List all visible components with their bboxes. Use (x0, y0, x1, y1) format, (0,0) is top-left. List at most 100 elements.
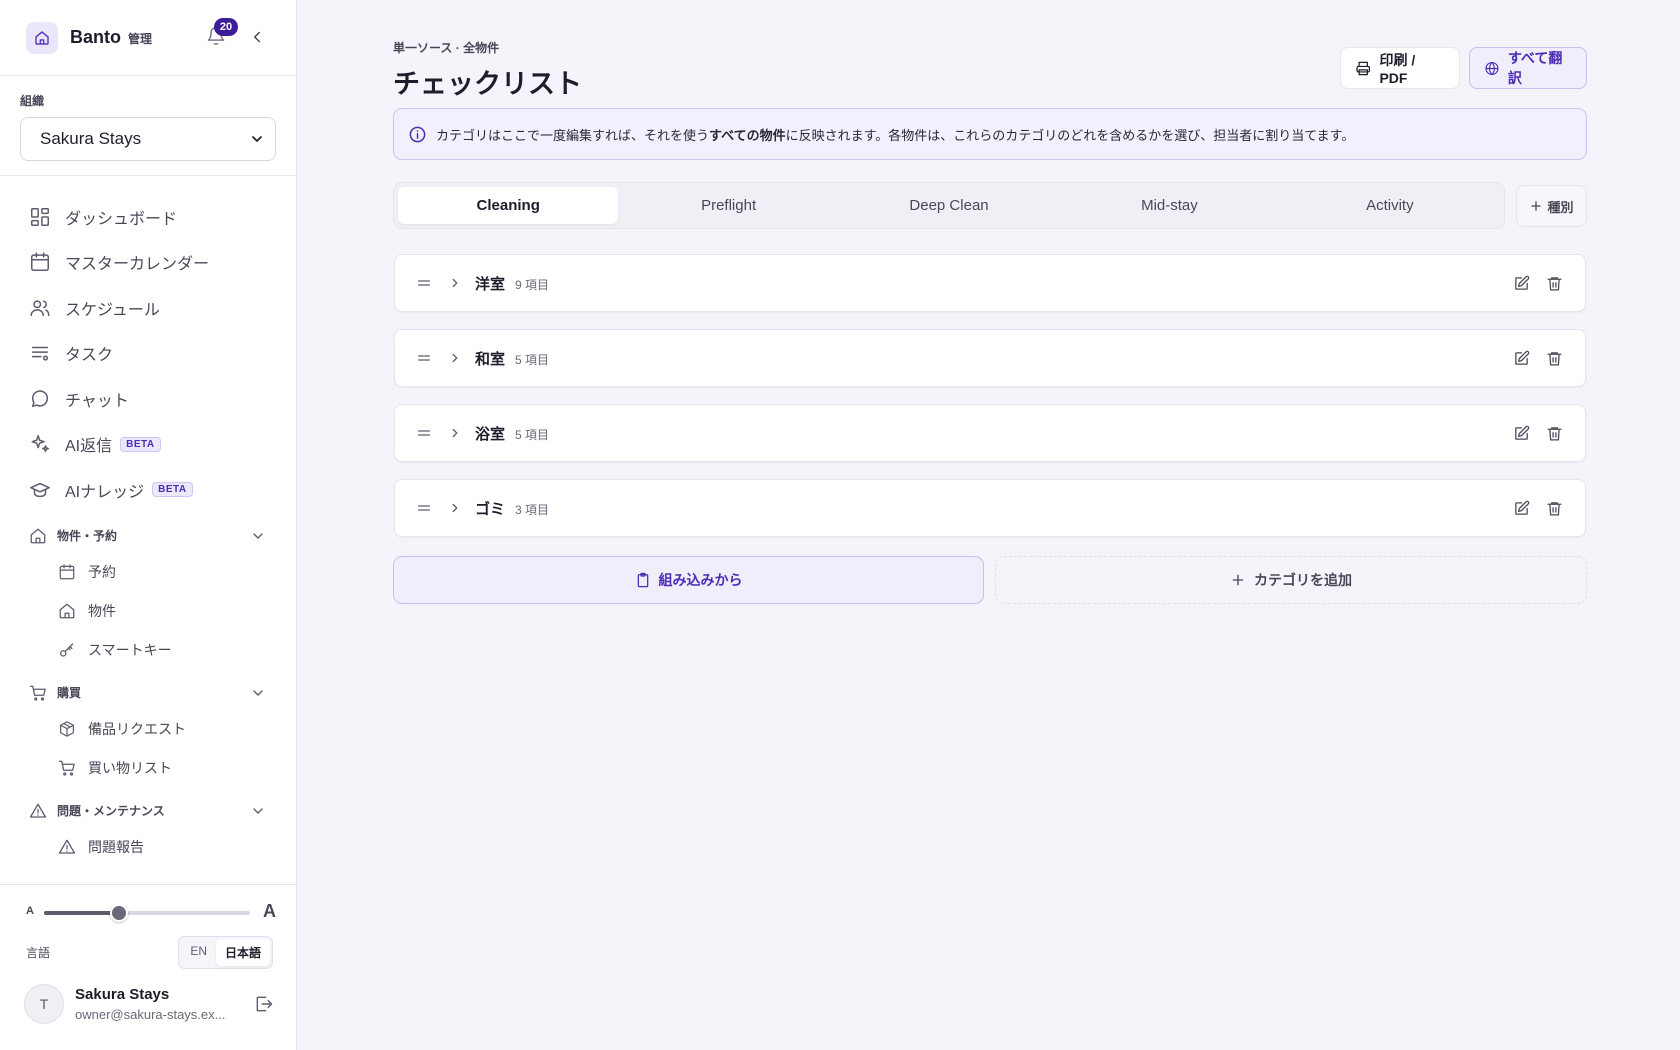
sidebar-item-tasks[interactable]: タスク (0, 331, 296, 377)
chevron-down-icon (253, 807, 263, 814)
cart-icon (58, 760, 75, 776)
translate-all-button[interactable]: すべて翻訳 (1469, 47, 1587, 89)
sidebar-item-label: タスク (65, 347, 114, 365)
trash-icon[interactable] (1546, 500, 1563, 517)
sidebar-item-issue-reports[interactable]: 問題報告 (0, 828, 296, 867)
category-name: 和室 (475, 350, 506, 368)
trash-icon[interactable] (1546, 275, 1563, 292)
sidebar-item-label: スケジュール (65, 301, 160, 319)
organization-select[interactable]: Sakura Stays (20, 117, 276, 161)
section-purchasing[interactable]: 購買 (0, 676, 296, 710)
sidebar-header: Banto 管理 20 (0, 0, 296, 76)
section-properties-bookings[interactable]: 物件・予約 (0, 519, 296, 553)
sidebar-item-bookings[interactable]: 予約 (0, 553, 296, 592)
info-banner: カテゴリはここで一度編集すれば、それを使うすべての物件に反映されます。各物件は、… (393, 108, 1587, 160)
chevron-down-icon (253, 532, 263, 539)
font-size-slider-thumb[interactable] (109, 904, 128, 922)
category-item-count: 9 項目 (515, 277, 550, 292)
chevron-right-icon[interactable] (448, 426, 462, 440)
brand-name: Banto (70, 27, 121, 47)
tab-cleaning[interactable]: Cleaning (398, 187, 619, 224)
home-icon (59, 603, 75, 619)
sidebar-item-label: AI返信 (65, 438, 113, 456)
chevron-right-icon[interactable] (448, 351, 462, 365)
info-icon (409, 126, 426, 142)
edit-icon[interactable] (1513, 425, 1530, 442)
language-toggle: EN 日本語 (178, 935, 273, 969)
info-text-bold: すべての物件 (709, 127, 786, 143)
drag-handle-icon[interactable] (416, 425, 432, 441)
sidebar-item-label: スマートキー (88, 642, 172, 658)
home-logo-icon (26, 21, 58, 54)
sidebar-item-label: マスターカレンダー (65, 256, 210, 274)
tab-activity[interactable]: Activity (1280, 187, 1500, 224)
organization-label: 組織 (20, 94, 45, 108)
tab-deep-clean[interactable]: Deep Clean (839, 187, 1059, 224)
sidebar-footer: A A 言語 EN 日本語 T Sakura Stays owner@sakur… (0, 884, 296, 1050)
edit-icon[interactable] (1513, 275, 1530, 292)
warning-icon (58, 839, 76, 854)
category-actions (1513, 500, 1563, 517)
key-icon (59, 643, 74, 657)
language-label: 言語 (26, 945, 51, 960)
user-email: owner@sakura-stays.ex... (75, 1007, 226, 1022)
trash-icon[interactable] (1546, 350, 1563, 367)
drag-handle-icon[interactable] (416, 350, 432, 366)
add-from-builtin-button[interactable]: 組み込みから (393, 556, 984, 604)
drag-handle-icon[interactable] (416, 500, 432, 516)
chevron-right-icon[interactable] (448, 501, 462, 515)
edit-icon[interactable] (1513, 500, 1530, 517)
sidebar-item-properties[interactable]: 物件 (0, 592, 296, 631)
notification-count-badge: 20 (214, 18, 238, 36)
language-option-en[interactable]: EN (181, 939, 216, 966)
sidebar-item-dashboard[interactable]: ダッシュボード (0, 194, 296, 240)
chevron-right-icon[interactable] (448, 276, 462, 290)
sidebar-item-label: AIナレッジ (65, 483, 145, 501)
tab-mid-stay[interactable]: Mid-stay (1059, 187, 1279, 224)
category-actions (1513, 350, 1563, 367)
sidebar-item-supply-requests[interactable]: 備品リクエスト (0, 710, 296, 749)
edit-icon[interactable] (1513, 350, 1530, 367)
info-text-before: カテゴリはここで一度編集すれば、それを使う (436, 127, 710, 143)
category-card[interactable]: ゴミ 3 項目 (394, 479, 1586, 537)
sidebar-item-label: 備品リクエスト (88, 721, 186, 737)
sidebar-item-chat[interactable]: チャット (0, 376, 296, 422)
add-type-button[interactable]: 種別 (1516, 185, 1587, 227)
tab-preflight[interactable]: Preflight (618, 187, 838, 224)
language-option-ja[interactable]: 日本語 (215, 938, 270, 966)
category-card[interactable]: 洋室 9 項目 (394, 254, 1586, 312)
add-category-button[interactable]: カテゴリを追加 (995, 556, 1587, 604)
category-card[interactable]: 和室 5 項目 (394, 329, 1586, 387)
sidebar-item-smart-keys[interactable]: スマートキー (0, 631, 296, 670)
print-pdf-button[interactable]: 印刷 / PDF (1340, 47, 1460, 89)
info-text-after: に反映されます。各物件は、これらのカテゴリのどれを含めるかを選び、担当者に割り当… (785, 127, 1355, 143)
add-from-builtin-label: 組み込みから (658, 572, 743, 588)
sparkles-icon (31, 435, 49, 453)
section-issues-maintenance[interactable]: 問題・メンテナンス (0, 794, 296, 828)
font-size-slider[interactable] (44, 904, 250, 922)
sidebar-nav: ダッシュボード マスターカレンダー スケジュール タスク チャット AI返信 B… (0, 176, 296, 867)
section-label: 問題・メンテナンス (57, 804, 165, 818)
sidebar-item-ai-reply[interactable]: AI返信 BETA (0, 422, 296, 468)
brand-subtitle: 管理 (128, 32, 153, 46)
collapse-sidebar-icon[interactable] (248, 28, 266, 46)
sidebar-item-label: ダッシュボード (65, 210, 178, 228)
category-actions (1513, 275, 1563, 292)
trash-icon[interactable] (1546, 425, 1563, 442)
sidebar-item-schedule[interactable]: スケジュール (0, 285, 296, 331)
drag-handle-icon[interactable] (416, 275, 432, 291)
sidebar: Banto 管理 20 組織 Sakura Stays ダッシュボード マスター… (0, 0, 297, 1050)
chevron-down-icon (252, 136, 262, 142)
avatar[interactable]: T (24, 984, 64, 1024)
sidebar-item-ai-knowledge[interactable]: AIナレッジ BETA (0, 467, 296, 513)
plus-icon (1531, 201, 1542, 211)
users-icon (30, 300, 50, 316)
sidebar-item-master-calendar[interactable]: マスターカレンダー (0, 240, 296, 286)
dashboard-icon (31, 207, 49, 226)
language-row: 言語 EN 日本語 (26, 935, 273, 969)
logout-icon[interactable] (254, 994, 274, 1014)
category-item-count: 5 項目 (515, 427, 550, 442)
category-card[interactable]: 浴室 5 項目 (394, 404, 1586, 462)
category-item-count: 3 項目 (515, 502, 550, 517)
sidebar-item-shopping-list[interactable]: 買い物リスト (0, 749, 296, 788)
